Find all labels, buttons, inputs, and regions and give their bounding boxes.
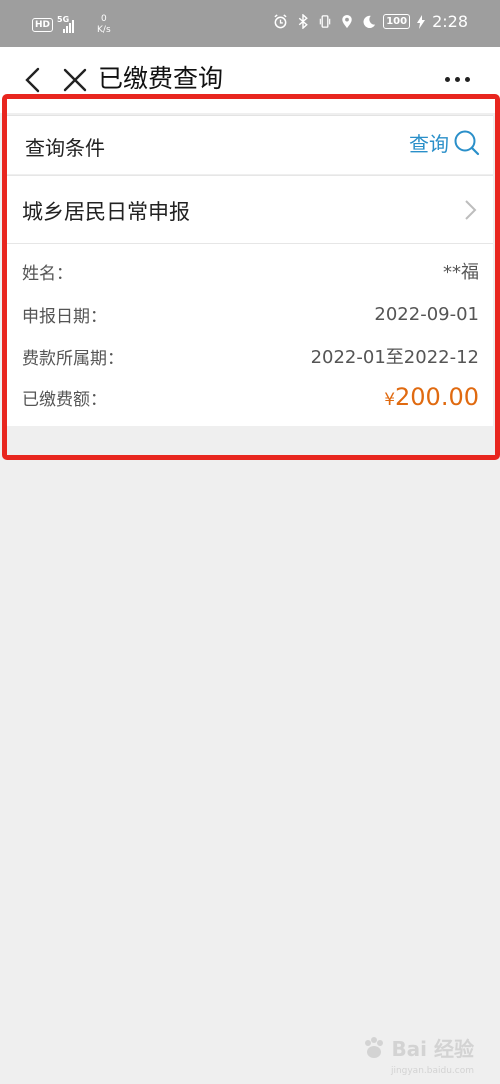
amount-number: 200.00 [395, 383, 479, 411]
bluetooth-icon [295, 14, 310, 29]
net-speed: 0 K/s [97, 14, 111, 36]
period-value: 2022-01至2022-12 [310, 347, 479, 368]
nav-bar: 已缴费查询 [0, 47, 500, 113]
currency-symbol: ¥ [384, 390, 396, 410]
amount-value: ¥200.00 [384, 383, 479, 411]
amount-label: 已缴费额： [22, 389, 107, 410]
detail-row-period: 费款所属期： 2022-01至2022-12 [22, 341, 479, 371]
chevron-right-icon [465, 200, 477, 220]
paw-logo-icon [365, 1036, 384, 1058]
watermark-text: Bai 经验 [391, 1037, 474, 1061]
query-button[interactable]: 查询 [409, 128, 481, 157]
signal-icon: 5G [57, 15, 79, 33]
name-label: 姓名： [22, 263, 73, 284]
declare-date-label: 申报日期： [22, 306, 107, 327]
vibrate-icon [317, 14, 332, 29]
name-value: **福 [443, 262, 479, 283]
status-left: HD 5G 0 K/s [32, 14, 111, 36]
alarm-icon [273, 14, 288, 29]
record-title: 城乡居民日常申报 [22, 200, 190, 224]
detail-row-amount: 已缴费额： ¥200.00 [22, 382, 479, 412]
back-icon[interactable] [18, 65, 48, 95]
more-icon[interactable] [445, 77, 470, 82]
record-details: 姓名： **福 申报日期： 2022-09-01 费款所属期： 2022-01至… [7, 243, 493, 426]
clock: 2:28 [432, 12, 468, 31]
close-icon[interactable] [60, 65, 90, 95]
period-label: 费款所属期： [22, 348, 124, 369]
query-conditions-label: 查询条件 [25, 136, 105, 160]
record-item[interactable]: 城乡居民日常申报 [7, 175, 493, 243]
location-icon [339, 14, 354, 29]
query-button-label: 查询 [409, 132, 449, 156]
watermark-sub: jingyan.baidu.com [390, 1066, 474, 1076]
query-header: 查询条件 查询 [7, 115, 493, 174]
net-speed-unit: K/s [97, 25, 111, 35]
hd-badge: HD [32, 18, 54, 32]
detail-row-name: 姓名： **福 [22, 256, 479, 286]
battery-indicator: 100 [383, 14, 411, 29]
moon-icon [361, 14, 376, 29]
declare-date-value: 2022-09-01 [374, 303, 479, 325]
watermark: Bai 经验 jingyan.baidu.com [361, 1033, 474, 1076]
search-icon [454, 130, 480, 155]
net-speed-value: 0 [100, 14, 107, 24]
detail-row-date: 申报日期： 2022-09-01 [22, 299, 479, 329]
page-title: 已缴费查询 [98, 64, 224, 93]
status-bar: HD 5G 0 K/s 100 2:28 [0, 0, 500, 47]
charging-icon [417, 14, 426, 29]
status-right: 100 2:28 [273, 12, 468, 31]
